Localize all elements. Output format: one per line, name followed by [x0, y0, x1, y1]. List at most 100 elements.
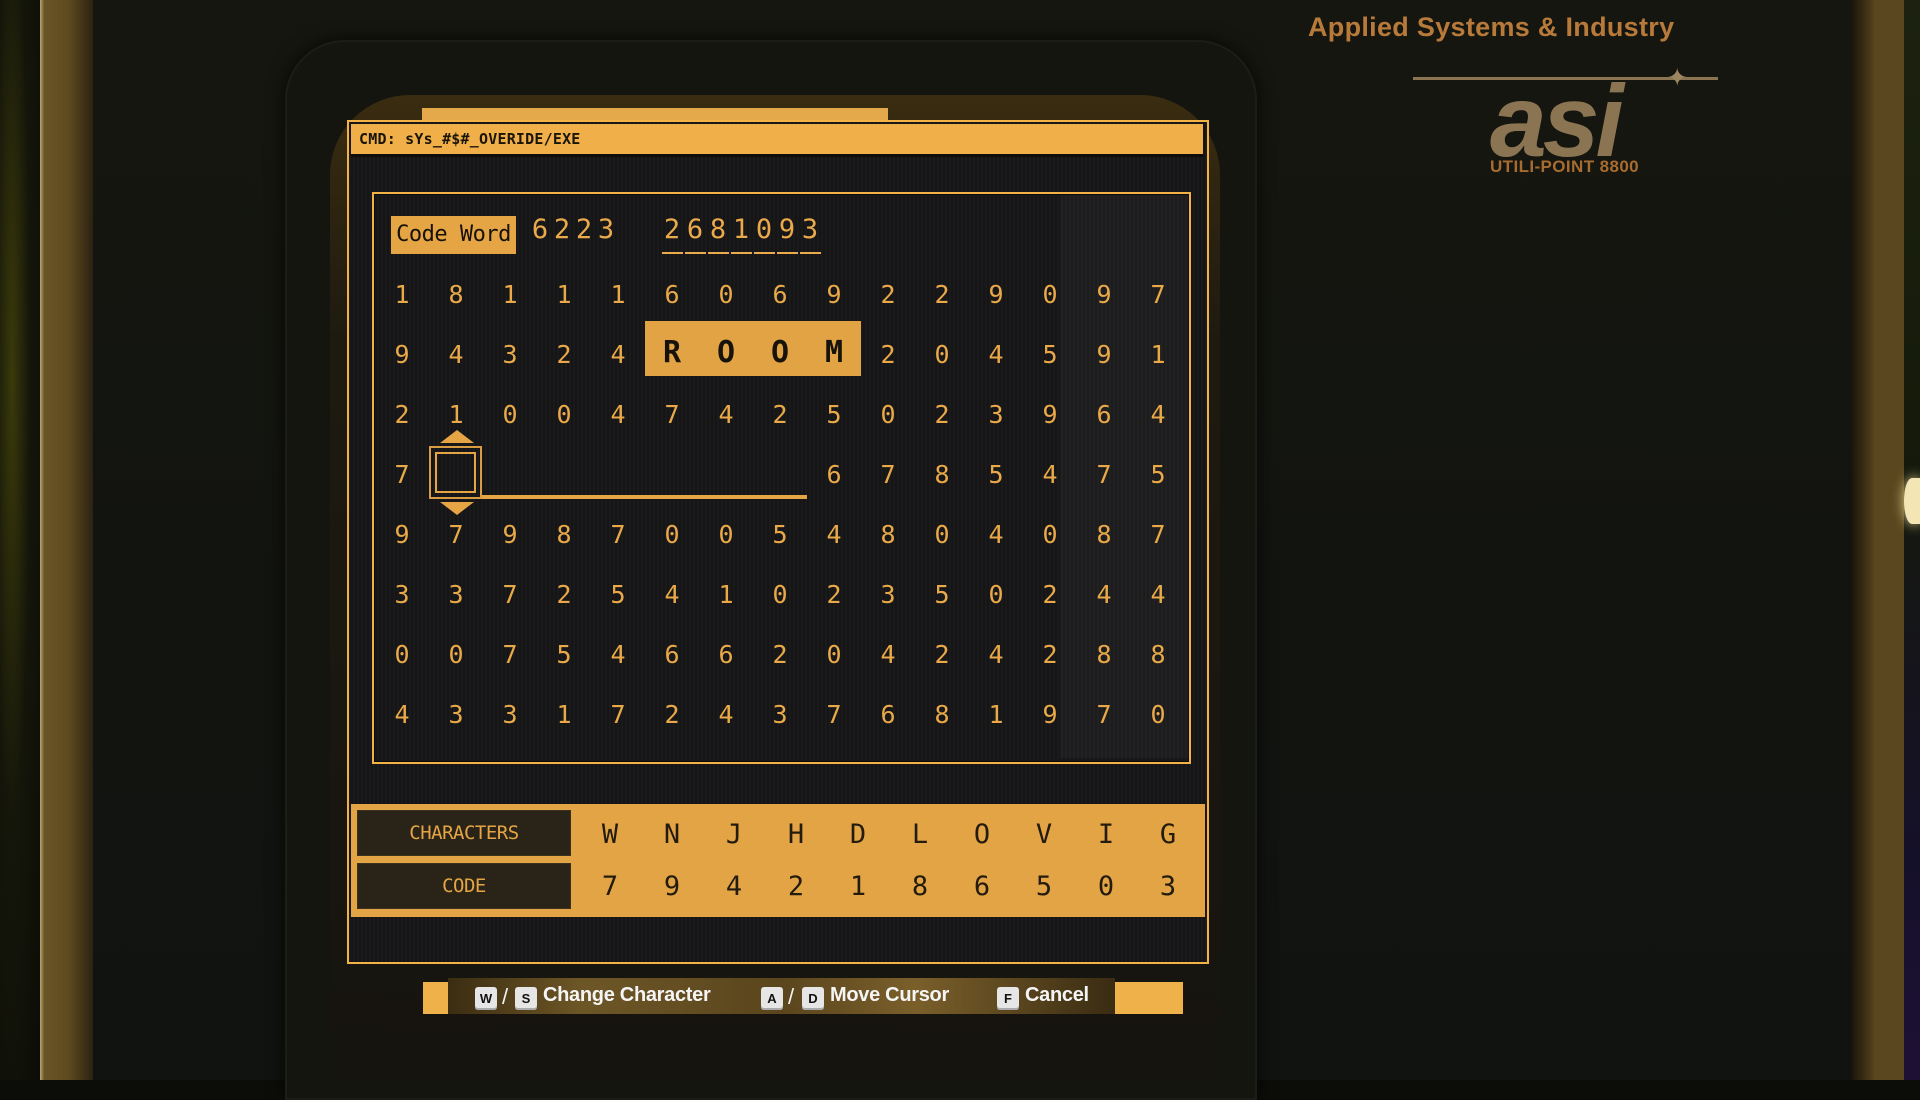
grid-cell: 0	[1042, 520, 1058, 549]
cursor-up-arrow-icon[interactable]	[440, 430, 474, 443]
grid-cell: 3	[772, 700, 788, 729]
move-cursor-hint: Move Cursor	[830, 984, 949, 1006]
input-cursor-box[interactable]	[429, 446, 482, 499]
code-word-label: Code Word	[391, 216, 516, 254]
change-character-hint: Change Character	[543, 984, 711, 1006]
grid-cell: 7	[502, 640, 518, 669]
grid-cell: 0	[502, 400, 518, 429]
grid-cell: 7	[394, 460, 410, 489]
grid-cell: 1	[502, 280, 518, 309]
grid-cell: 9	[1096, 280, 1112, 309]
cipher-code: 6	[973, 871, 991, 902]
grid-cell: 8	[934, 700, 950, 729]
grid-cell: 7	[664, 400, 680, 429]
code-entry-digit: 0	[755, 214, 773, 245]
grid-cell: 0	[1150, 700, 1166, 729]
grid-cell: 7	[1150, 520, 1166, 549]
code-entry-digit: 8	[709, 214, 727, 245]
code-entry-digit: 9	[778, 214, 796, 245]
grid-cell: 7	[880, 460, 896, 489]
grid-cell: 2	[772, 640, 788, 669]
cipher-character: H	[787, 819, 805, 850]
command-bar: CMD: sYs_#$#_OVERIDE/EXE	[351, 124, 1203, 157]
grid-cell: 2	[934, 640, 950, 669]
grid-cell: 7	[502, 580, 518, 609]
code-entry-underline	[662, 252, 683, 254]
grid-cell: 9	[988, 280, 1004, 309]
grid-cell: 5	[556, 640, 572, 669]
grid-cell: 4	[1042, 460, 1058, 489]
logo-star-icon: ✦	[1667, 55, 1688, 95]
grid-cell: 0	[556, 400, 572, 429]
grid-cell: 0	[772, 580, 788, 609]
grid-cell: 5	[610, 580, 626, 609]
grid-cell: 7	[1096, 700, 1112, 729]
cipher-character: J	[725, 819, 743, 850]
grid-cell: 5	[988, 460, 1004, 489]
grid-cell: 4	[448, 340, 464, 369]
grid-cell: 4	[988, 340, 1004, 369]
key-w-icon: W	[475, 987, 497, 1010]
grid-cell: 2	[826, 580, 842, 609]
key-separator: /	[788, 984, 795, 1009]
cipher-code: 1	[849, 871, 867, 902]
grid-cell: 5	[826, 400, 842, 429]
grid-cell: 6	[664, 640, 680, 669]
grid-cell: 0	[826, 640, 842, 669]
cursor-down-arrow-icon[interactable]	[440, 502, 474, 515]
grid-cell: 9	[394, 340, 410, 369]
grid-cell: 2	[556, 340, 572, 369]
grid-cell: 1	[556, 700, 572, 729]
brand-company-name: Applied Systems & Industry	[1308, 12, 1675, 42]
grid-cell: 7	[826, 700, 842, 729]
cipher-character: L	[911, 819, 929, 850]
cipher-character: V	[1035, 819, 1053, 850]
key-separator: /	[502, 984, 509, 1009]
grid-cell: 3	[502, 700, 518, 729]
grid-cell: 4	[988, 640, 1004, 669]
input-cursor-inner	[435, 452, 476, 493]
grid-cell: 2	[934, 280, 950, 309]
grid-cell: 5	[1042, 340, 1058, 369]
grid-cell: 6	[664, 280, 680, 309]
grid-cell: 2	[880, 340, 896, 369]
grid-cell: 1	[988, 700, 1004, 729]
code-entry-underline	[708, 252, 729, 254]
cipher-character: D	[849, 819, 867, 850]
characters-header: CHARACTERS	[357, 810, 571, 856]
cipher-character: N	[663, 819, 681, 850]
grid-cell: 9	[502, 520, 518, 549]
grid-cell: 1	[556, 280, 572, 309]
code-entry-underline	[685, 252, 706, 254]
grid-cell: 0	[1042, 280, 1058, 309]
grid-cell: 4	[610, 340, 626, 369]
grid-cell: 5	[934, 580, 950, 609]
grid-cell: 9	[1096, 340, 1112, 369]
grid-cell: 7	[1150, 280, 1166, 309]
light-glare	[1904, 478, 1920, 524]
code-prefix-digit: 2	[575, 214, 593, 245]
grid-cell: 0	[448, 640, 464, 669]
key-f-icon[interactable]: F	[997, 987, 1019, 1010]
grid-cell: 0	[718, 280, 734, 309]
grid-cell: 1	[394, 280, 410, 309]
grid-cell: 4	[718, 700, 734, 729]
code-entry-digit: 6	[686, 214, 704, 245]
code-header: CODE	[357, 863, 571, 909]
grid-cell: 1	[610, 280, 626, 309]
grid-cell: 9	[1042, 400, 1058, 429]
cancel-hint[interactable]: Cancel	[1025, 984, 1089, 1007]
cipher-code: 9	[663, 871, 681, 902]
found-word-letter: R	[662, 335, 682, 370]
grid-cell: 3	[880, 580, 896, 609]
grid-cell: 8	[556, 520, 572, 549]
grid-cell: 0	[988, 580, 1004, 609]
grid-cell: 4	[880, 640, 896, 669]
cipher-character: G	[1159, 819, 1177, 850]
grid-cell: 2	[772, 400, 788, 429]
grid-cell: 2	[394, 400, 410, 429]
grid-cell: 4	[610, 400, 626, 429]
grid-cell: 4	[610, 640, 626, 669]
code-entry-underline	[754, 252, 775, 254]
grid-cell: 8	[448, 280, 464, 309]
